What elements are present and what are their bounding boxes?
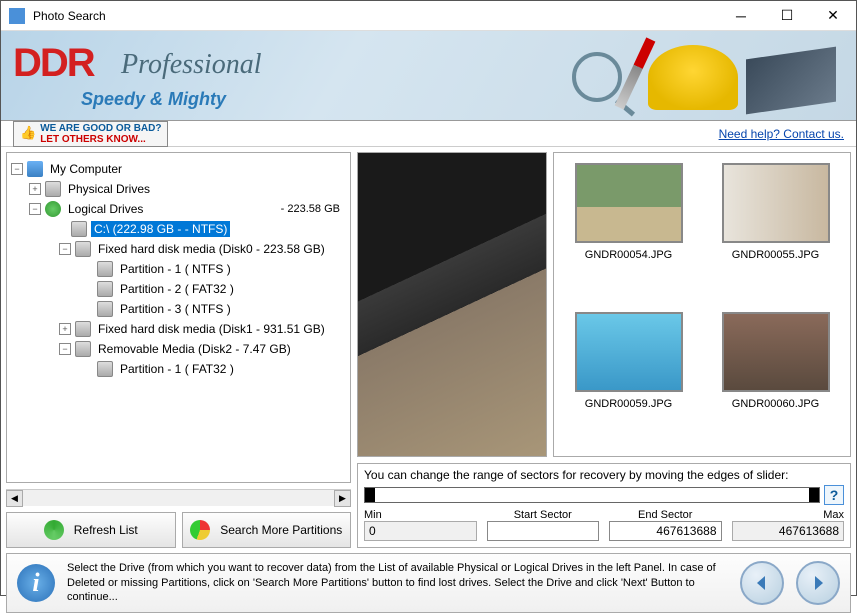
banner: DDR Professional Speedy & Mighty (1, 31, 856, 121)
slider-right-handle[interactable]: ◀ (809, 488, 819, 502)
top-strip: 👍 WE ARE GOOD OR BAD? LET OTHERS KNOW...… (1, 121, 856, 147)
search-more-button[interactable]: Search More Partitions (182, 512, 352, 548)
drive-icon (97, 301, 113, 317)
disk0-p2[interactable]: Partition - 2 ( FAT32 ) (117, 281, 237, 297)
disk2-p1[interactable]: Partition - 1 ( FAT32 ) (117, 361, 237, 377)
drive-icon (97, 361, 113, 377)
drive-icon (75, 321, 91, 337)
tree-toggle[interactable]: + (59, 323, 71, 335)
partition-icon (190, 520, 210, 540)
end-sector-input[interactable] (609, 521, 722, 541)
drive-tree[interactable]: − My Computer + Physical Drives − Logical D… (6, 152, 351, 483)
disk0-p1[interactable]: Partition - 1 ( NTFS ) (117, 261, 234, 277)
bottom-bar: i Select the Drive (from which you want … (6, 553, 851, 613)
next-button[interactable] (796, 561, 840, 605)
drive-icon (97, 261, 113, 277)
help-button[interactable]: ? (824, 485, 844, 505)
tree-scrollbar[interactable]: ◀ ▶ (6, 489, 351, 506)
brand-text: DDR (13, 41, 94, 85)
main-area: − My Computer + Physical Drives − Logical D… (1, 147, 856, 553)
hardhat-icon (648, 45, 738, 110)
disk1[interactable]: Fixed hard disk media (Disk1 - 931.51 GB… (95, 321, 328, 337)
thumbnail-image (722, 312, 830, 392)
thumbnail-name: GNDR00055.JPG (732, 249, 819, 261)
feedback-line2: LET OTHERS KNOW... (40, 134, 146, 145)
back-button[interactable] (740, 561, 784, 605)
minimize-button[interactable]: ─ (718, 1, 764, 31)
product-name: Professional (121, 49, 262, 81)
thumbnail-item[interactable]: GNDR00054.JPG (562, 163, 695, 298)
scroll-left-icon[interactable]: ◀ (6, 490, 23, 507)
magnifier-icon (572, 52, 622, 102)
sector-hint: You can change the range of sectors for … (364, 468, 844, 482)
thumbnail-image (722, 163, 830, 243)
drive-icon (75, 241, 91, 257)
drive-icon (75, 341, 91, 357)
feedback-button[interactable]: 👍 WE ARE GOOD OR BAD? LET OTHERS KNOW... (13, 121, 168, 147)
max-value: 467613688 (732, 521, 845, 541)
preview-image (358, 153, 546, 456)
left-column: − My Computer + Physical Drives − Logical D… (6, 152, 351, 548)
thumbs-up-icon: 👍 (20, 126, 36, 140)
sector-slider[interactable]: ▶ ◀ (364, 487, 820, 503)
thumbnails-panel: GNDR00054.JPG GNDR00055.JPG GNDR00059.JP… (553, 152, 851, 457)
close-button[interactable]: ✕ (810, 1, 856, 31)
thumbnail-item[interactable]: GNDR00059.JPG (562, 312, 695, 447)
thumbnail-name: GNDR00054.JPG (585, 249, 672, 261)
logical-size: - 223.58 GB (281, 203, 346, 215)
slider-left-handle[interactable]: ▶ (365, 488, 375, 502)
drive-icon (71, 221, 87, 237)
thumbnail-image (575, 312, 683, 392)
start-sector-label: Start Sector (487, 509, 600, 521)
info-text: Select the Drive (from which you want to… (67, 561, 728, 606)
logo: DDR (13, 41, 94, 86)
tree-toggle[interactable]: − (59, 343, 71, 355)
globe-icon (45, 201, 61, 217)
info-icon: i (17, 564, 55, 602)
maximize-button[interactable]: ☐ (764, 1, 810, 31)
thumbnail-image (575, 163, 683, 243)
preview-row: GNDR00054.JPG GNDR00055.JPG GNDR00059.JP… (357, 152, 851, 457)
banner-decor (572, 36, 836, 111)
end-sector-label: End Sector (609, 509, 722, 521)
sector-panel: You can change the range of sectors for … (357, 463, 851, 548)
search-more-label: Search More Partitions (220, 523, 342, 537)
app-icon (9, 8, 25, 24)
thumbnail-item[interactable]: GNDR00055.JPG (709, 163, 842, 298)
tree-toggle[interactable]: + (29, 183, 41, 195)
drive-icon (97, 281, 113, 297)
titlebar: Photo Search ─ ☐ ✕ (1, 1, 856, 31)
tree-toggle[interactable]: − (59, 243, 71, 255)
thumbnail-item[interactable]: GNDR00060.JPG (709, 312, 842, 447)
drive-c-selected[interactable]: C:\ (222.98 GB - - NTFS) (91, 221, 230, 237)
drive-icon (45, 181, 61, 197)
tree-toggle[interactable]: − (11, 163, 23, 175)
logical-drives[interactable]: Logical Drives (65, 201, 146, 217)
disk0-p3[interactable]: Partition - 3 ( NTFS ) (117, 301, 234, 317)
min-label: Min (364, 509, 477, 521)
computer-icon (27, 161, 43, 177)
right-column: GNDR00054.JPG GNDR00055.JPG GNDR00059.JP… (357, 152, 851, 548)
refresh-button[interactable]: Refresh List (6, 512, 176, 548)
thumbnail-name: GNDR00060.JPG (732, 398, 819, 410)
window-title: Photo Search (33, 9, 718, 23)
disk0[interactable]: Fixed hard disk media (Disk0 - 223.58 GB… (95, 241, 328, 257)
help-link[interactable]: Need help? Contact us. (719, 127, 844, 141)
feedback-line1: WE ARE GOOD OR BAD? (40, 123, 161, 134)
tree-toggle[interactable]: − (29, 203, 41, 215)
book-icon (746, 47, 836, 115)
tagline: Speedy & Mighty (81, 89, 226, 110)
preview-panel (357, 152, 547, 457)
disk2[interactable]: Removable Media (Disk2 - 7.47 GB) (95, 341, 294, 357)
tree-root-label[interactable]: My Computer (47, 161, 125, 177)
start-sector-input[interactable] (487, 521, 600, 541)
physical-drives[interactable]: Physical Drives (65, 181, 153, 197)
thumbnail-name: GNDR00059.JPG (585, 398, 672, 410)
button-row: Refresh List Search More Partitions (6, 512, 351, 548)
refresh-label: Refresh List (74, 523, 138, 537)
min-value: 0 (364, 521, 477, 541)
refresh-icon (44, 520, 64, 540)
max-label: Max (732, 509, 845, 521)
scroll-right-icon[interactable]: ▶ (334, 490, 351, 507)
